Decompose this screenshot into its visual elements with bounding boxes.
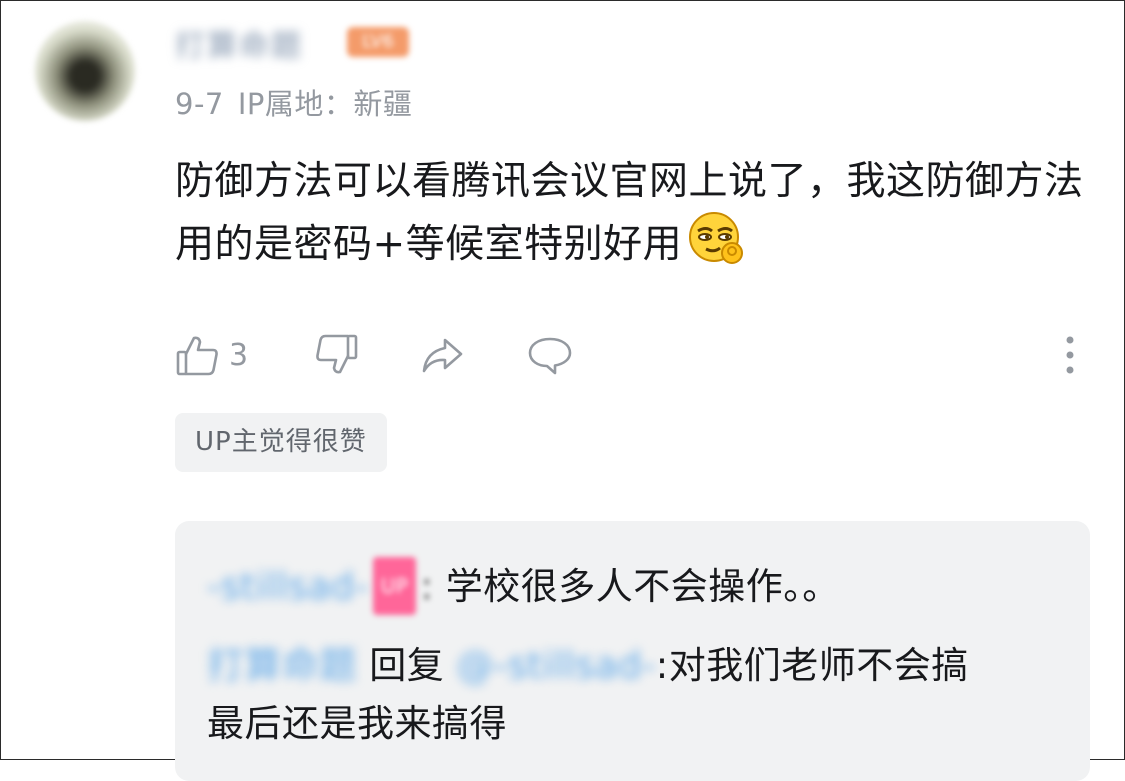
reply-text: :对我们老师不会搞 <box>655 644 969 687</box>
user-level-badge: LV6 <box>347 27 409 57</box>
reply-text: 最后还是我来搞得 <box>207 702 507 745</box>
reply-separator: : <box>420 565 434 608</box>
share-arrow-icon <box>422 338 463 373</box>
comment-text: 防御方法可以看腾讯会议官网上说了，我这防御方法用的是密码+等候室特别好用 <box>175 153 1105 274</box>
reply-button[interactable] <box>527 327 573 383</box>
more-options-button[interactable] <box>1055 327 1085 383</box>
comment-meta: 9-7 IP属地：新疆 <box>175 81 426 123</box>
like-button[interactable]: 3 <box>175 327 248 383</box>
ok-smug-emoji-icon <box>686 211 746 267</box>
reply-text: 学校很多人不会操作。。 <box>445 565 840 608</box>
dislike-button[interactable] <box>313 327 359 383</box>
like-count: 3 <box>229 337 249 373</box>
reply-word: 回复 <box>369 644 445 687</box>
reply-author[interactable]: 打算命题 <box>207 644 357 687</box>
ip-location: IP属地：新疆 <box>237 87 413 121</box>
thumbs-down-icon <box>316 334 358 374</box>
comment-text-body: 防御方法可以看腾讯会议官网上说了，我这防御方法用的是密码+等候室特别好用 <box>175 159 1084 267</box>
thumbs-up-icon <box>176 336 218 376</box>
comment-avatar[interactable] <box>35 21 135 121</box>
up-badge: UP <box>372 557 417 615</box>
reply-text-continued: 最后还是我来搞得 <box>207 695 507 753</box>
reply-target-mention[interactable]: @-stillsad- <box>457 644 656 687</box>
comment-actions: 3 <box>175 327 1095 383</box>
up-liked-badge: UP主觉得很赞 <box>175 413 387 472</box>
share-button[interactable] <box>419 327 465 383</box>
more-vertical-icon <box>1066 336 1074 374</box>
replies-panel[interactable]: -stillsad- UP: 学校很多人不会操作。。 打算命题 回复 @-stil… <box>175 521 1090 781</box>
reply-author[interactable]: -stillsad- <box>207 565 369 608</box>
speech-bubble-icon <box>528 337 572 375</box>
reply-item[interactable]: -stillsad- UP: 学校很多人不会操作。。 <box>207 557 840 616</box>
comment-date: 9-7 <box>175 87 224 121</box>
reply-item[interactable]: 打算命题 回复 @-stillsad-:对我们老师不会搞 <box>207 637 969 695</box>
comment-username[interactable]: 打算命题 <box>175 21 303 65</box>
